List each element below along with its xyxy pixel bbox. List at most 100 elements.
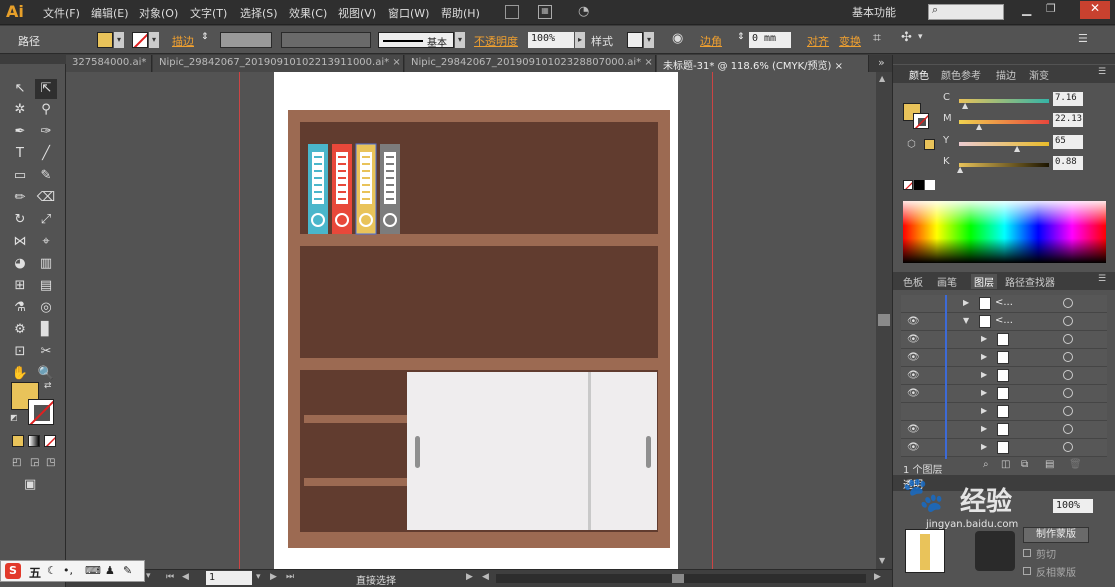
close-icon[interactable]: × (835, 61, 843, 72)
direct-selection-tool[interactable]: ⇱ (35, 79, 57, 99)
tab-swatches[interactable]: 色板 (903, 274, 923, 289)
target-circle-icon[interactable] (1063, 334, 1073, 344)
draw-behind-icon[interactable]: ◲ (30, 457, 39, 468)
visibility-eye-icon[interactable]: 👁 (907, 352, 920, 363)
blend-tool[interactable]: ◎ (35, 298, 57, 318)
menu-effect[interactable]: 效果(C) (289, 5, 327, 21)
variable-width-profile[interactable] (281, 32, 371, 48)
black-slider[interactable] (959, 163, 1049, 167)
cyan-value-field[interactable]: 7.16 (1053, 92, 1083, 106)
menu-edit[interactable]: 编辑(E) (91, 5, 129, 21)
bookcase-artwork[interactable] (274, 72, 678, 569)
draw-inside-icon[interactable]: ◳ (46, 457, 55, 468)
toolbox-stroke-swatch[interactable] (28, 399, 54, 425)
select-similar-icon[interactable]: ✣ (901, 30, 912, 45)
expand-arrow-icon[interactable]: ▶ (981, 388, 987, 397)
workspace-switcher[interactable]: 基本功能 (852, 4, 896, 20)
tab-pathfinder[interactable]: 路径查找器 (1005, 274, 1055, 289)
opacity-dropdown[interactable]: ▸ (575, 32, 585, 48)
scroll-left-icon[interactable]: ◀ (482, 572, 489, 582)
new-layer-icon[interactable]: ▤ (1045, 459, 1054, 470)
bridge-icon[interactable] (505, 5, 519, 19)
layers-menu-icon[interactable]: ☰ (1098, 274, 1106, 284)
draw-normal-icon[interactable]: ◰ (12, 457, 21, 468)
width-tool[interactable]: ⋈ (9, 232, 31, 252)
layer-row[interactable]: 👁 ▶ (901, 385, 1107, 403)
stroke-label[interactable]: 描边 (172, 33, 194, 49)
menu-window[interactable]: 窗口(W) (388, 5, 429, 21)
corner-label[interactable]: 边角 (700, 33, 722, 49)
stroke-swatch[interactable] (132, 32, 148, 48)
close-icon[interactable]: × (150, 57, 151, 68)
stroke-weight-field[interactable] (220, 32, 272, 48)
magenta-slider-thumb[interactable]: ▲ (976, 122, 982, 131)
search-input[interactable] (928, 4, 1004, 20)
create-sublayer-icon[interactable]: ⧉ (1021, 459, 1028, 470)
expand-arrow-icon[interactable]: ▶ (981, 442, 987, 451)
artboard-dropdown[interactable]: ▾ (256, 572, 261, 582)
prev-artboard-icon[interactable]: ◀ (182, 572, 189, 582)
column-graph-tool[interactable]: ▊ (35, 320, 57, 340)
select-similar-dropdown[interactable]: ▾ (918, 32, 923, 42)
gradient-tool[interactable]: ▤ (35, 276, 57, 296)
visibility-eye-icon[interactable]: 👁 (907, 370, 920, 381)
close-icon[interactable]: × (392, 57, 400, 68)
rotate-tool[interactable]: ↻ (9, 210, 31, 230)
graphic-style-swatch[interactable] (627, 32, 643, 48)
panel-menu-icon[interactable]: ☰ (1098, 67, 1106, 77)
paintbrush-tool[interactable]: ✎ (35, 166, 57, 186)
arrange-documents-icon[interactable]: ▦ (538, 5, 552, 19)
layer-row[interactable]: 👁 ▶ (901, 349, 1107, 367)
recolor-artwork-icon[interactable]: ◉ (672, 31, 683, 46)
menu-help[interactable]: 帮助(H) (441, 5, 480, 21)
visibility-eye-icon[interactable]: 👁 (907, 424, 920, 435)
layer-name[interactable]: <... (995, 315, 1013, 326)
middle-shelf-compartment[interactable] (300, 246, 658, 358)
color-mode-button[interactable] (12, 435, 24, 447)
status-menu-icon[interactable]: ▶ (466, 572, 473, 582)
visibility-eye-icon[interactable]: 👁 (907, 388, 920, 399)
color-spectrum[interactable] (903, 201, 1106, 263)
horizontal-scrollbar[interactable] (496, 574, 866, 583)
tab-brushes[interactable]: 画笔 (937, 274, 957, 289)
corner-stepper[interactable]: ⇕ (737, 32, 745, 42)
fill-dropdown[interactable]: ▾ (114, 32, 124, 48)
default-colors-icon[interactable]: ◩ (10, 413, 18, 422)
inner-shelf-2[interactable] (304, 478, 410, 486)
menu-file[interactable]: 文件(F) (43, 5, 80, 21)
artboard-number-field[interactable]: 1 (206, 571, 252, 585)
scroll-down-icon[interactable]: ▼ (879, 556, 885, 565)
stroke-weight-stepper[interactable]: ⇕ (201, 32, 209, 42)
cyan-slider-thumb[interactable]: ▲ (962, 101, 968, 110)
slice-tool[interactable]: ✂ (35, 342, 57, 362)
symbol-sprayer-tool[interactable]: ⚙ (9, 320, 31, 340)
artboard[interactable] (274, 72, 678, 569)
black-value-field[interactable]: 0.88 (1053, 156, 1083, 170)
menu-type[interactable]: 文字(T) (190, 5, 227, 21)
close-icon[interactable]: ✕ (1080, 1, 1110, 19)
menu-object[interactable]: 对象(O) (139, 5, 178, 21)
binder-1[interactable] (308, 144, 328, 234)
eraser-tool[interactable]: ⌫ (35, 188, 57, 208)
target-circle-icon[interactable] (1063, 442, 1073, 452)
fill-swatch[interactable] (97, 32, 113, 48)
tab-document-4[interactable]: 未标题-31* @ 118.6% (CMYK/预览) × (657, 55, 869, 72)
first-artboard-icon[interactable]: ⏮ (166, 572, 174, 582)
free-transform-tool[interactable]: ⌖ (35, 232, 57, 252)
make-mask-button[interactable]: 制作蒙版 (1023, 527, 1089, 543)
brush-dropdown[interactable]: ▾ (455, 32, 465, 48)
mask-thumbnail[interactable] (975, 531, 1015, 571)
magenta-value-field[interactable]: 22.13 (1053, 113, 1083, 127)
gpu-performance-icon[interactable]: ◔ (578, 4, 589, 19)
close-icon[interactable]: × (644, 57, 652, 68)
target-circle-icon[interactable] (1063, 316, 1073, 326)
minimize-icon[interactable]: ▁ (1022, 2, 1031, 16)
artboard-tool[interactable]: ⊡ (9, 342, 31, 362)
panel-stroke-swatch[interactable] (913, 113, 929, 129)
expand-arrow-icon[interactable]: ▶ (963, 298, 969, 307)
tab-transparency[interactable]: 透明 (903, 476, 923, 491)
moon-icon[interactable]: ☾ (47, 564, 57, 577)
restore-icon[interactable]: ❐ (1046, 2, 1056, 15)
tab-document-2[interactable]: Nipic_29842067_20190910102213911000.ai* … (153, 55, 404, 72)
expand-arrow-icon[interactable]: ▶ (981, 424, 987, 433)
